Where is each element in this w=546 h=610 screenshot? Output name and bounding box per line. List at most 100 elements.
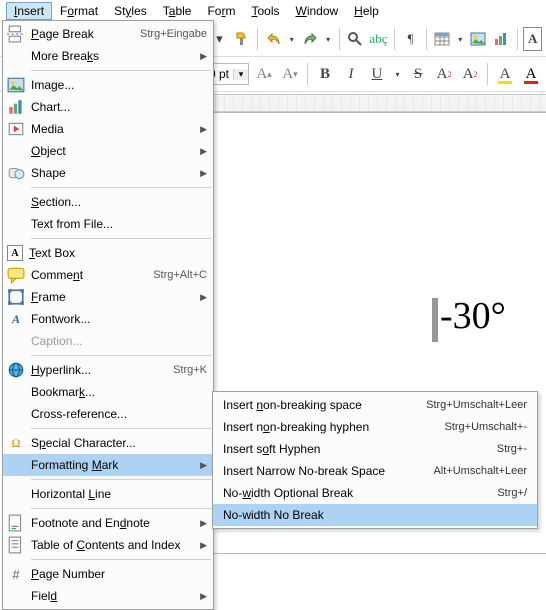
spellcheck-icon[interactable]: abç [368, 27, 388, 51]
menu-form[interactable]: Form [199, 2, 243, 20]
ruler[interactable] [206, 94, 546, 112]
menu-item-shape[interactable]: Shape ▶ [3, 162, 213, 184]
menu-table[interactable]: Table [155, 2, 200, 20]
clone-format-icon[interactable] [233, 27, 252, 51]
menu-label: Cross-reference... [31, 407, 207, 421]
menu-item-horizontal-line[interactable]: Horizontal Line [3, 483, 213, 505]
menu-label: Insert Narrow No-break Space [223, 464, 433, 478]
menu-label: More Breaks [31, 49, 194, 63]
submenu-item-nbhyphen[interactable]: Insert non-breaking hyphen Strg+Umschalt… [213, 416, 537, 438]
media-icon [7, 120, 25, 138]
menu-item-more-breaks[interactable]: More Breaks ▶ [3, 45, 213, 67]
menu-item-cross-reference[interactable]: Cross-reference... [3, 403, 213, 425]
menu-label: Insert non-breaking space [223, 398, 426, 412]
font-color-icon[interactable]: A [520, 62, 542, 86]
menu-label: Chart... [31, 100, 207, 114]
menu-item-caption: Caption... [3, 330, 213, 352]
menu-label: Text Box [29, 246, 207, 260]
shape-icon [7, 164, 25, 182]
image-icon [7, 76, 25, 94]
text-box-border-icon[interactable]: A [523, 27, 542, 51]
menu-tools[interactable]: Tools [243, 2, 287, 20]
menu-label: Special Character... [31, 436, 207, 450]
undo-icon[interactable] [264, 27, 283, 51]
menu-item-hyperlink[interactable]: Hyperlink... Strg+K [3, 359, 213, 381]
menu-accel: Strg+Eingabe [140, 28, 207, 40]
menu-label: Shape [31, 166, 194, 180]
menu-item-section[interactable]: Section... [3, 191, 213, 213]
menu-label: Comment [31, 268, 145, 282]
submenu-item-nw-optional-break[interactable]: No-width Optional Break Strg+/ [213, 482, 537, 504]
menu-item-text-from-file[interactable]: Text from File... [3, 213, 213, 235]
menu-item-object[interactable]: Object ▶ [3, 140, 213, 162]
menu-item-formatting-mark[interactable]: Formatting Mark ▶ [3, 454, 213, 476]
increase-font-icon[interactable]: A▴ [253, 62, 275, 86]
menu-item-bookmark[interactable]: Bookmark... [3, 381, 213, 403]
underline-icon[interactable]: U [366, 62, 388, 86]
menu-item-page-number[interactable]: # Page Number [3, 563, 213, 585]
toc-icon [7, 536, 25, 554]
menu-item-field[interactable]: Field ▶ [3, 585, 213, 607]
highlight-icon[interactable]: A [494, 62, 516, 86]
menu-item-footnote-endnote[interactable]: Footnote and Endnote ▶ [3, 512, 213, 534]
subscript-icon[interactable]: A2 [459, 62, 481, 86]
menu-item-frame[interactable]: Frame ▶ [3, 286, 213, 308]
menu-label: Horizontal Line [31, 487, 207, 501]
submenu-arrow-icon: ▶ [200, 124, 207, 135]
decrease-font-icon[interactable]: A▾ [279, 62, 301, 86]
submenu-item-nbsp[interactable]: Insert non-breaking space Strg+Umschalt+… [213, 394, 537, 416]
menu-insert[interactable]: Insert [6, 2, 52, 20]
menu-item-page-break[interactable]: Page Break Strg+Eingabe [3, 23, 213, 45]
font-size-dropdown-icon[interactable]: ▾ [233, 69, 248, 80]
menu-item-toc[interactable]: Table of Contents and Index ▶ [3, 534, 213, 556]
menu-format[interactable]: Format [52, 2, 106, 20]
submenu-arrow-icon: ▶ [200, 292, 207, 303]
menu-label: Field [31, 589, 194, 603]
menu-window[interactable]: Window [287, 2, 346, 20]
underline-dropdown-icon[interactable]: ▾ [392, 62, 403, 86]
menu-label: Object [31, 144, 194, 158]
menu-accel: Strg+Umschalt+- [444, 421, 527, 433]
menu-item-fontwork[interactable]: A Fontwork... [3, 308, 213, 330]
formatting-marks-icon[interactable]: ¶ [401, 27, 420, 51]
redo-dropdown-icon[interactable]: ▾ [323, 27, 333, 51]
document-text[interactable]: -30° [440, 294, 506, 338]
menu-accel: Strg+- [497, 443, 527, 455]
menu-label: Section... [31, 195, 207, 209]
redo-icon[interactable] [301, 27, 320, 51]
menu-styles[interactable]: Styles [106, 2, 155, 20]
menu-item-special-character[interactable]: Ω Special Character... [3, 432, 213, 454]
submenu-arrow-icon: ▶ [200, 591, 207, 602]
comment-icon [7, 266, 25, 284]
insert-image-icon[interactable] [469, 27, 488, 51]
menu-label: Bookmark... [31, 385, 207, 399]
menu-item-comment[interactable]: Comment Strg+Alt+C [3, 264, 213, 286]
find-icon[interactable] [346, 27, 365, 51]
insert-chart-icon[interactable] [492, 27, 511, 51]
menu-item-chart[interactable]: Chart... [3, 96, 213, 118]
strikethrough-icon[interactable]: S [407, 62, 429, 86]
table-insert-icon[interactable] [433, 27, 452, 51]
menu-label: Insert non-breaking hyphen [223, 420, 444, 434]
menubar: Insert Format Styles Table Form Tools Wi… [0, 0, 546, 22]
submenu-arrow-icon: ▶ [200, 168, 207, 179]
menu-item-text-box[interactable]: A Text Box [3, 242, 213, 264]
submenu-item-narrow-nbsp[interactable]: Insert Narrow No-break Space Alt+Umschal… [213, 460, 537, 482]
menu-label: Caption... [31, 334, 207, 348]
menu-item-media[interactable]: Media ▶ [3, 118, 213, 140]
menu-label: Image... [31, 78, 207, 92]
menu-item-image[interactable]: Image... [3, 74, 213, 96]
page-break-icon [7, 25, 25, 43]
special-char-icon: Ω [7, 434, 25, 452]
table-dropdown-icon[interactable]: ▾ [455, 27, 465, 51]
superscript-icon[interactable]: A2 [433, 62, 455, 86]
italic-icon[interactable]: I [340, 62, 362, 86]
menu-accel: Alt+Umschalt+Leer [433, 465, 527, 477]
undo-dropdown-icon[interactable]: ▾ [287, 27, 297, 51]
menu-help[interactable]: Help [346, 2, 387, 20]
fontwork-icon: A [7, 310, 25, 328]
menu-label: Fontwork... [31, 312, 207, 326]
bold-icon[interactable]: B [314, 62, 336, 86]
submenu-item-nw-no-break[interactable]: No-width No Break [213, 504, 537, 526]
submenu-item-soft-hyphen[interactable]: Insert soft Hyphen Strg+- [213, 438, 537, 460]
